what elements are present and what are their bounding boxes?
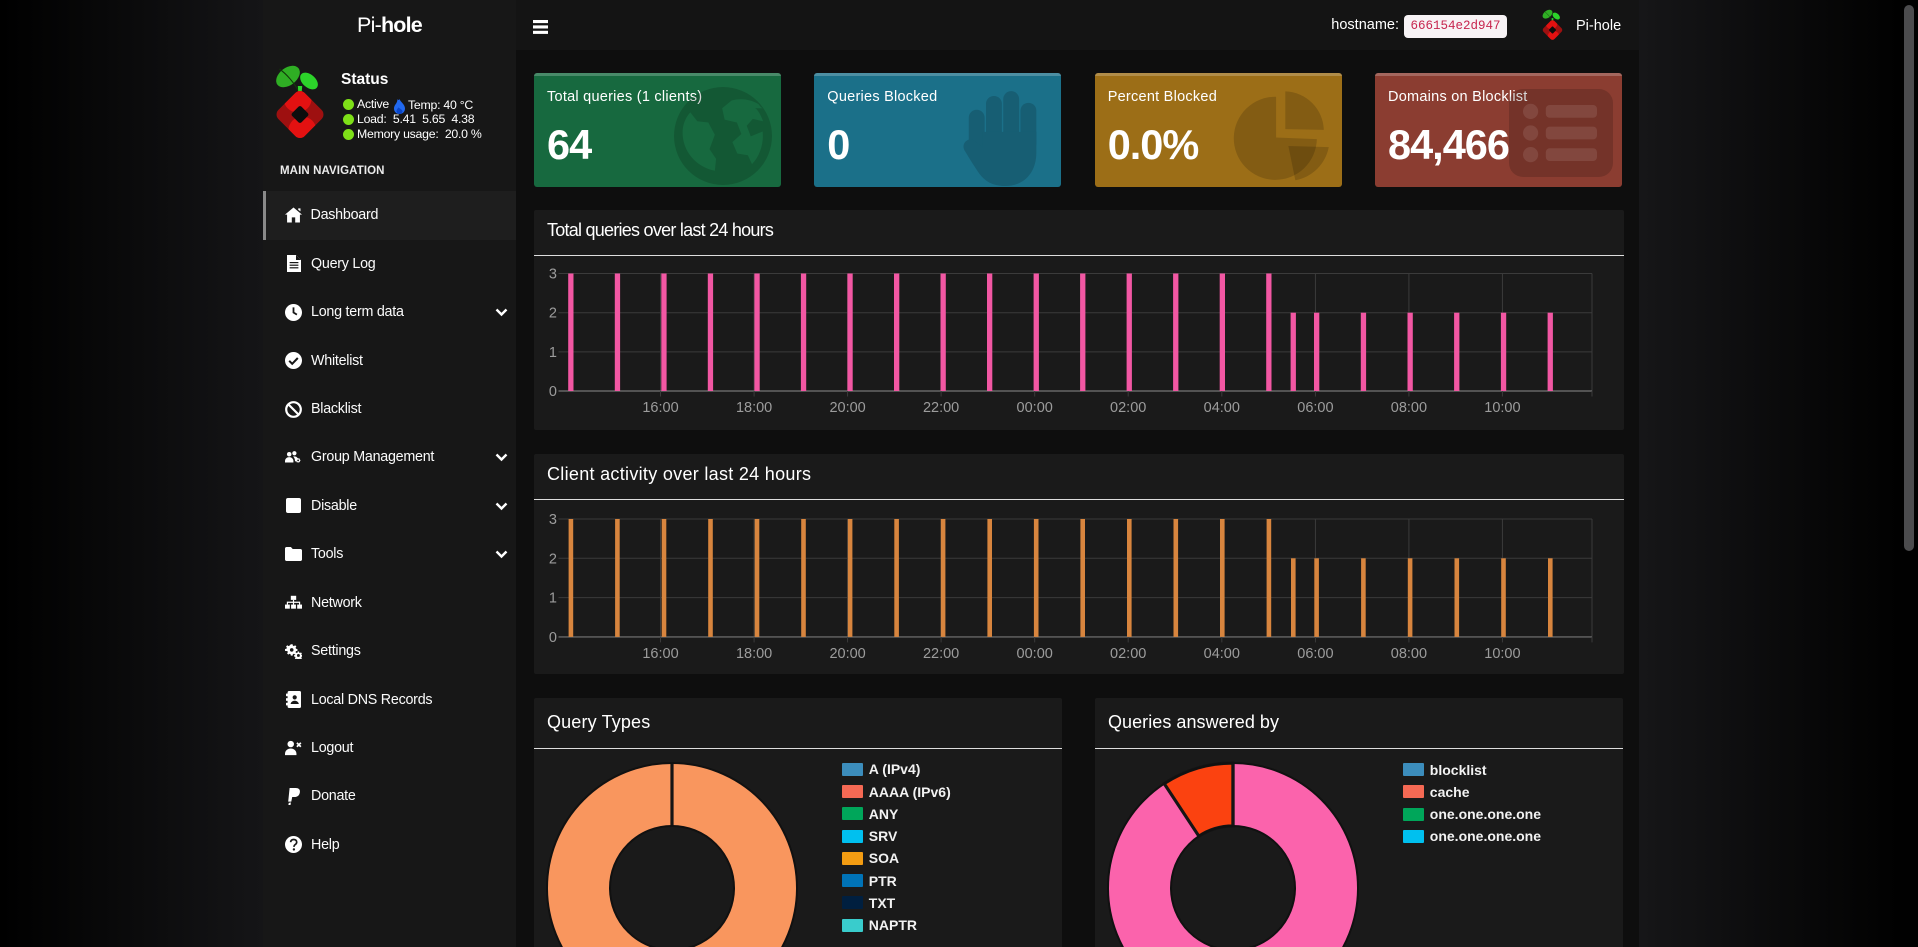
- svg-text:22:00: 22:00: [923, 400, 959, 416]
- svg-text:02:00: 02:00: [1110, 646, 1146, 662]
- svg-text:02:00: 02:00: [1110, 400, 1146, 416]
- svg-text:18:00: 18:00: [736, 646, 772, 662]
- svg-text:06:00: 06:00: [1297, 646, 1333, 662]
- svg-text:18:00: 18:00: [736, 400, 772, 416]
- svg-text:1: 1: [549, 345, 557, 361]
- svg-text:10:00: 10:00: [1484, 646, 1520, 662]
- svg-text:2: 2: [549, 551, 557, 567]
- svg-text:3: 3: [549, 267, 557, 283]
- svg-text:2: 2: [549, 306, 557, 322]
- svg-text:3: 3: [549, 512, 557, 528]
- svg-text:08:00: 08:00: [1391, 400, 1427, 416]
- svg-text:0: 0: [549, 630, 557, 646]
- svg-text:0: 0: [549, 384, 557, 400]
- svg-text:04:00: 04:00: [1204, 400, 1240, 416]
- svg-text:20:00: 20:00: [829, 400, 865, 416]
- svg-text:1: 1: [549, 591, 557, 607]
- svg-text:00:00: 00:00: [1017, 400, 1053, 416]
- svg-text:00:00: 00:00: [1017, 646, 1053, 662]
- svg-text:06:00: 06:00: [1297, 400, 1333, 416]
- svg-text:10:00: 10:00: [1484, 400, 1520, 416]
- svg-text:20:00: 20:00: [829, 646, 865, 662]
- svg-text:16:00: 16:00: [642, 400, 678, 416]
- svg-text:22:00: 22:00: [923, 646, 959, 662]
- svg-text:04:00: 04:00: [1204, 646, 1240, 662]
- svg-text:16:00: 16:00: [642, 646, 678, 662]
- svg-text:08:00: 08:00: [1391, 646, 1427, 662]
